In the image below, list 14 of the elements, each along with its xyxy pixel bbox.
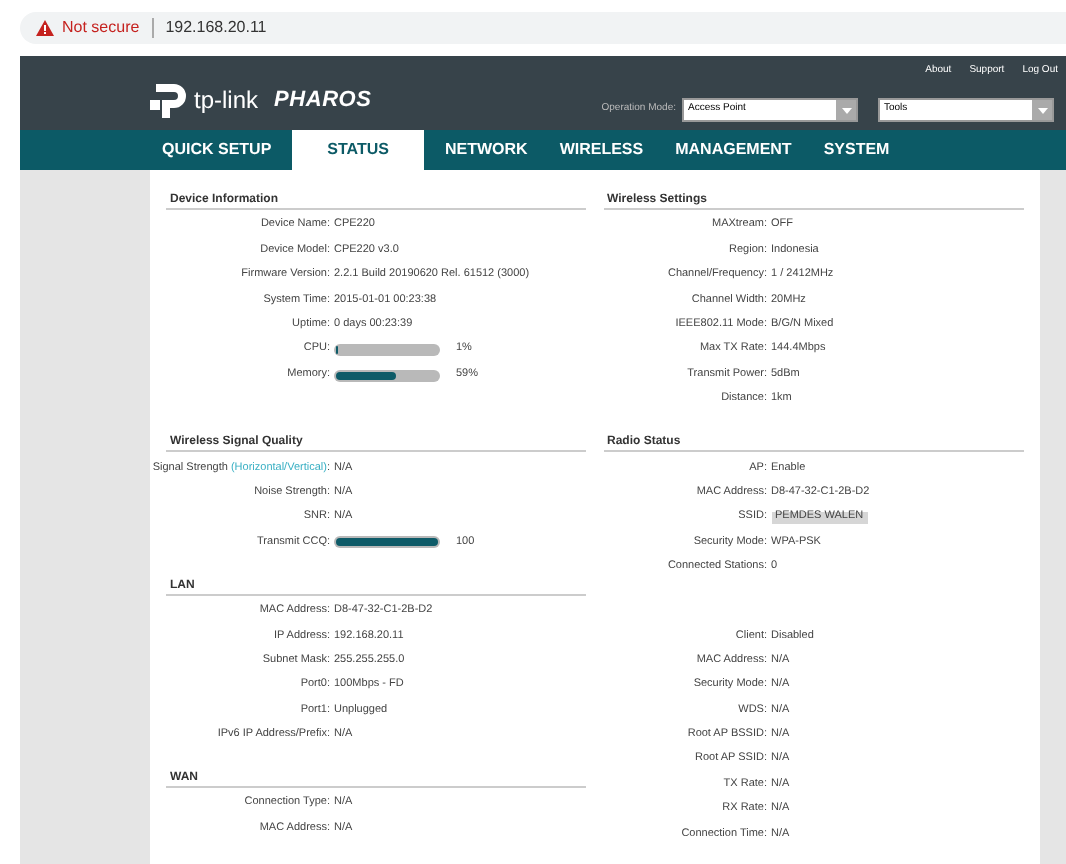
nav-tab[interactable]: MANAGEMENT <box>663 130 804 170</box>
address-bar[interactable]: 192.168.20.11 <box>165 16 267 40</box>
nav-tab[interactable]: QUICK SETUP <box>150 130 284 170</box>
product-name: PHAROS <box>274 85 372 116</box>
warning-icon <box>36 20 54 36</box>
caret-icon <box>1037 107 1047 113</box>
nav-tab[interactable]: STATUS <box>291 130 425 170</box>
nav-tab[interactable]: NETWORK <box>432 130 540 170</box>
nav-tab[interactable]: WIRELESS <box>547 130 656 170</box>
nav-tab[interactable]: SYSTEM <box>811 130 902 170</box>
brand-name: tp-link <box>194 84 259 118</box>
logo-icon <box>150 80 190 120</box>
caret-icon <box>841 107 851 113</box>
security-warning[interactable]: Not secure <box>62 16 140 40</box>
